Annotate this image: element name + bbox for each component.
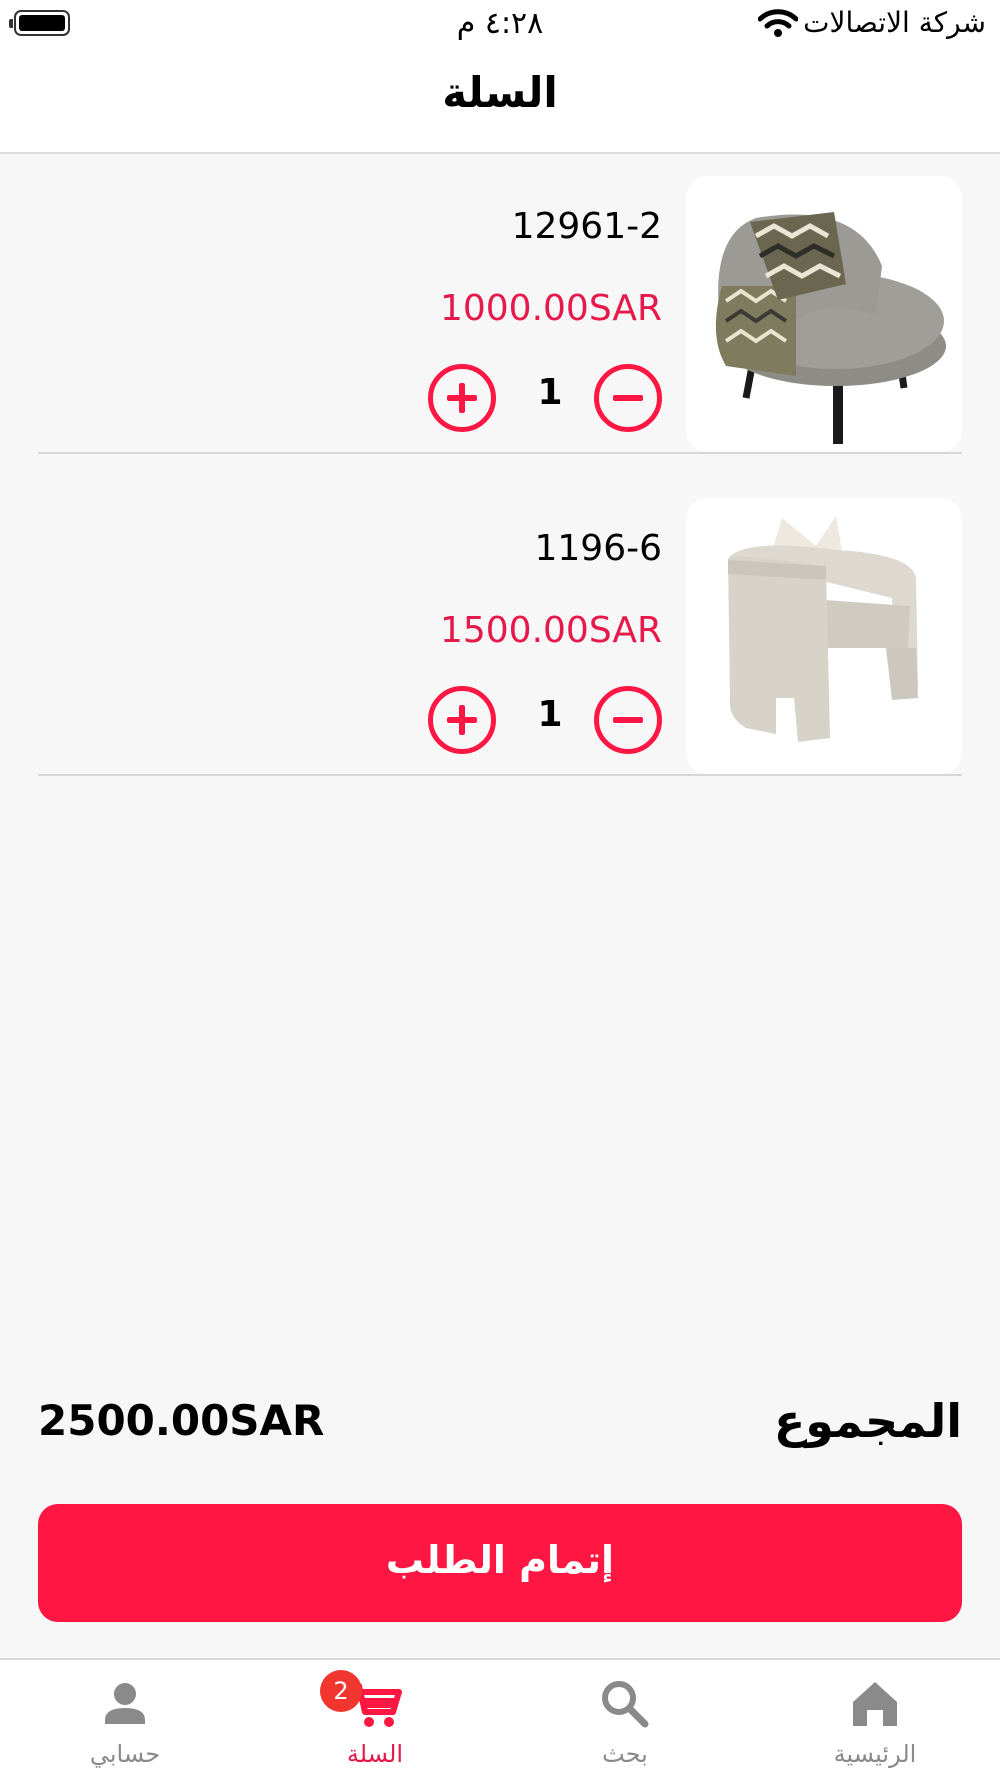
cart-count-badge: 2 bbox=[320, 1670, 362, 1712]
header: السلة bbox=[0, 50, 1000, 154]
quantity-value: 1 bbox=[537, 694, 563, 735]
decrease-quantity-button[interactable] bbox=[594, 686, 662, 754]
search-icon bbox=[602, 1681, 649, 1728]
tab-home[interactable]: الرئيسية bbox=[750, 1660, 1000, 1778]
tab-label: حسابي bbox=[89, 1740, 161, 1768]
tab-search[interactable]: بحث bbox=[500, 1660, 750, 1778]
decrease-quantity-button[interactable] bbox=[594, 364, 662, 432]
quantity-value: 1 bbox=[537, 372, 563, 413]
product-price: 1000.00SAR bbox=[439, 288, 662, 329]
cart-item: 12961-2 1000.00SAR 1 bbox=[38, 156, 962, 454]
tab-label: بحث bbox=[602, 1740, 648, 1768]
quantity-stepper: 1 bbox=[38, 364, 962, 434]
tab-account[interactable]: حسابي bbox=[0, 1660, 250, 1778]
checkout-button[interactable]: إتمام الطلب bbox=[38, 1504, 962, 1622]
total-label: المجموع bbox=[773, 1394, 962, 1448]
cart-item: 1196-6 1500.00SAR 1 bbox=[38, 478, 962, 776]
tab-label: السلة bbox=[346, 1740, 404, 1768]
quantity-stepper: 1 bbox=[38, 686, 962, 756]
product-price: 1500.00SAR bbox=[439, 610, 662, 651]
status-bar: ٤:٢٨ م شركة الاتصالات bbox=[0, 0, 1000, 50]
person-icon bbox=[105, 1683, 145, 1724]
product-name: 1196-6 bbox=[534, 528, 662, 569]
home-icon bbox=[853, 1682, 897, 1726]
total-value: 2500.00SAR bbox=[38, 1396, 325, 1445]
carrier-name: شركة الاتصالات bbox=[803, 6, 986, 39]
tab-label: الرئيسية bbox=[833, 1740, 917, 1768]
tab-bar: حسابي 2 السلة بحث الرئيسية bbox=[0, 1658, 1000, 1778]
wifi-icon bbox=[758, 9, 798, 37]
page-title: السلة bbox=[442, 68, 558, 117]
increase-quantity-button[interactable] bbox=[428, 686, 496, 754]
tab-cart[interactable]: 2 السلة bbox=[250, 1660, 500, 1778]
increase-quantity-button[interactable] bbox=[428, 364, 496, 432]
product-name: 12961-2 bbox=[511, 206, 662, 247]
checkout-button-label: إتمام الطلب bbox=[385, 1538, 615, 1582]
